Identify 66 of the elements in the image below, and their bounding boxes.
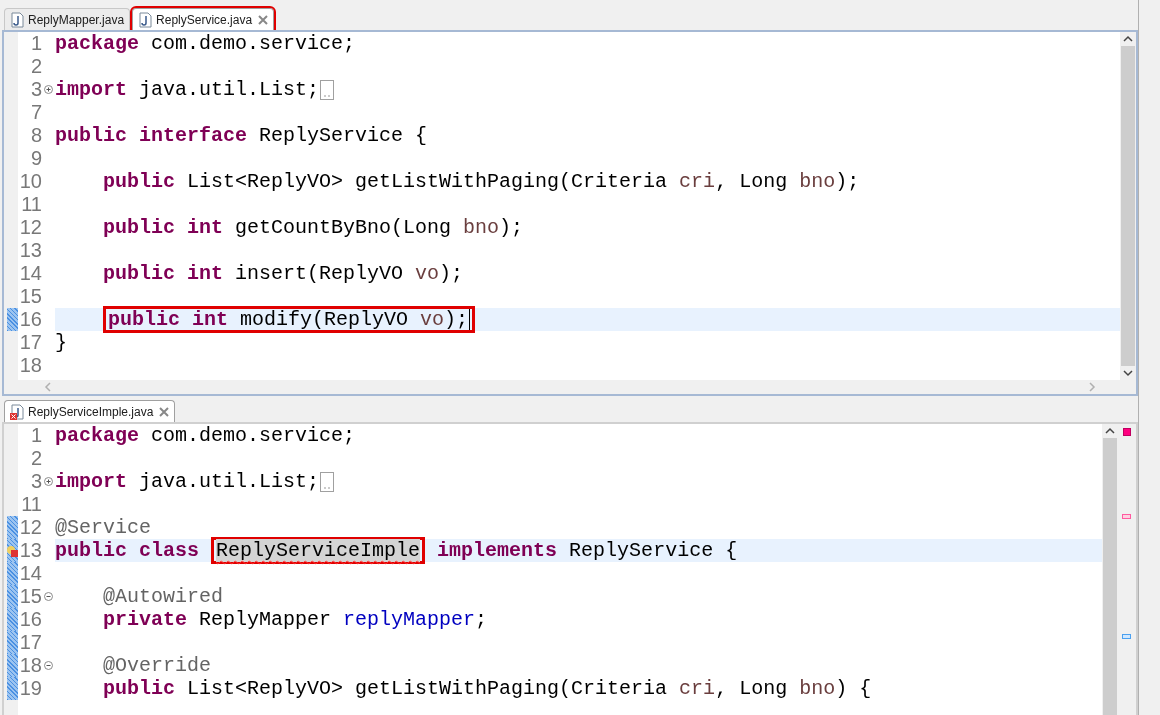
line-number: 3 <box>29 78 42 101</box>
line-number: 11 <box>20 193 42 216</box>
code-text: public List<ReplyVO> getListWithPaging(Criteria cri, Long bno) { <box>103 677 872 700</box>
line-number: 2 <box>29 55 42 78</box>
code-text: @Service <box>55 516 151 539</box>
vertical-scrollbar[interactable] <box>1102 424 1118 715</box>
line-number: 7 <box>29 101 42 124</box>
line-number: 14 <box>18 262 42 285</box>
line-number: 9 <box>29 147 42 170</box>
line-number: 12 <box>18 216 42 239</box>
expand-icon[interactable] <box>44 85 53 94</box>
folded-code-icon[interactable] <box>320 471 335 492</box>
line-number: 17 <box>18 331 42 354</box>
line-number: 15 <box>18 285 42 308</box>
line-number: 1 <box>29 32 42 55</box>
line-number: 3 <box>29 470 42 493</box>
code-text: public interface ReplyService { <box>55 124 428 147</box>
code-text: import java.util.List; <box>55 78 320 101</box>
close-icon[interactable] <box>159 406 170 417</box>
line-number: 16 <box>18 608 42 631</box>
line-number: 17 <box>18 631 42 654</box>
occurrence-overview-mark[interactable] <box>1122 634 1131 639</box>
line-number: 2 <box>29 447 42 470</box>
line-number: 12 <box>18 516 42 539</box>
line-number: 19 <box>18 677 42 700</box>
error-overview-mark[interactable] <box>1122 514 1131 519</box>
editor-tab[interactable]: ReplyService.java <box>132 8 275 30</box>
code-text: ReplyServiceImple <box>216 539 421 562</box>
line-number: 13 <box>18 239 42 262</box>
code-text: private ReplyMapper replyMapper; <box>103 608 488 631</box>
line-number: 14 <box>18 562 42 585</box>
code-text: } <box>55 331 67 354</box>
scroll-left-icon[interactable] <box>44 382 52 392</box>
collapse-icon[interactable] <box>44 592 53 601</box>
code-text: public List<ReplyVO> getListWithPaging(Criteria cri, Long bno); <box>103 170 860 193</box>
code-text: public int insert(ReplyVO vo); <box>103 262 464 285</box>
vertical-scrollbar[interactable] <box>1120 32 1136 380</box>
code-text: @Override <box>103 654 212 677</box>
expand-icon[interactable] <box>44 477 53 486</box>
line-number: 18 <box>18 654 42 677</box>
code-text: import java.util.List; <box>55 470 320 493</box>
code-text: public class <box>55 539 201 562</box>
scroll-right-icon[interactable] <box>1088 382 1096 392</box>
code-text: implements ReplyService { <box>436 539 738 562</box>
line-number: 10 <box>18 170 42 193</box>
line-number: 18 <box>18 354 42 377</box>
line-number: 1 <box>29 424 42 447</box>
folded-code-icon[interactable] <box>320 79 335 100</box>
line-number: 13 <box>18 539 42 562</box>
code-text: package com.demo.service; <box>55 424 356 447</box>
code-text: @Autowired <box>103 585 224 608</box>
line-number: 15 <box>18 585 42 608</box>
editor-tab[interactable]: ReplyServiceImple.java <box>4 400 176 422</box>
collapse-icon[interactable] <box>44 661 53 670</box>
line-number: 11 <box>20 493 42 516</box>
close-icon[interactable] <box>258 14 269 25</box>
line-number: 8 <box>29 124 42 147</box>
line-number: 16 <box>18 308 42 331</box>
horizontal-scrollbar[interactable] <box>4 380 1136 394</box>
code-text: public int getCountByBno(Long bno); <box>103 216 524 239</box>
code-text: public int modify(ReplyVO vo); <box>108 308 469 331</box>
error-summary-icon <box>1123 428 1131 436</box>
code-text: package com.demo.service; <box>55 32 356 55</box>
scrollbar-thumb[interactable] <box>1103 438 1117 715</box>
scrollbar-thumb[interactable] <box>1121 46 1135 366</box>
editor-tab[interactable]: ReplyMapper.java <box>4 8 131 30</box>
